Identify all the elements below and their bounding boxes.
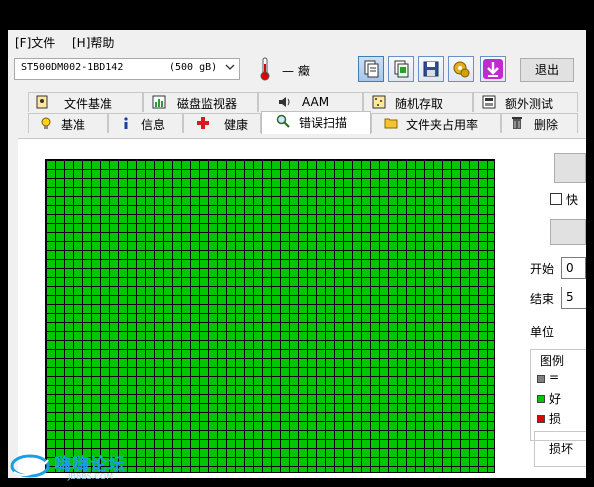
tab-label: 错误扫描	[299, 116, 348, 130]
legend-swatch-unscanned	[537, 375, 545, 383]
drive-name: ST500DM002-1BD142	[21, 62, 124, 73]
temperature-readout: — 癥	[282, 64, 310, 78]
speaker-icon	[277, 95, 291, 109]
info-icon	[119, 116, 133, 130]
damaged-count-box: 损坏	[534, 431, 586, 467]
exit-button[interactable]: 退出	[520, 58, 574, 82]
save-button[interactable]	[418, 56, 444, 82]
start-value: 0	[566, 261, 574, 275]
lightbulb-icon	[39, 116, 53, 130]
damaged-label: 损坏	[549, 442, 574, 456]
tab-label: 信息	[141, 118, 166, 132]
hdtune-window: [F]文件 [H]帮助 ST500DM002-1BD142 (500 gB) —…	[8, 30, 586, 478]
tab-label: 文件夹占用率	[406, 118, 479, 132]
disk-monitor-icon	[152, 95, 166, 109]
tab-label: 基准	[61, 118, 86, 132]
scan-action-button[interactable]	[550, 219, 586, 245]
tab-benchmark[interactable]: 基准	[28, 113, 108, 133]
tab-label: 随机存取	[395, 97, 444, 111]
menu-help[interactable]: [H]帮助	[72, 34, 114, 51]
download-arrow-button[interactable]	[480, 56, 506, 82]
copy-text-button[interactable]	[358, 56, 384, 82]
drive-size: (500 gB)	[169, 62, 218, 73]
tab-erase[interactable]: 删除	[501, 113, 578, 133]
start-input[interactable]: 0	[561, 257, 586, 279]
tab-strip: 文件基准 磁盘监视器 AAM 随机存取 额外测试 基准 信息 健康 错误扫描 文…	[8, 88, 586, 140]
legend-label-unscanned: =	[549, 370, 560, 384]
legend-label-damaged: 损	[549, 412, 562, 426]
watermark-sub: JBBBS.COM	[68, 472, 114, 481]
unit-label: 单位	[530, 325, 555, 339]
menu-bar: [F]文件 [H]帮助	[8, 30, 586, 52]
block-map	[45, 159, 495, 473]
legend-label-good: 好	[549, 392, 562, 406]
watermark-logo-icon	[10, 454, 50, 478]
folder-icon	[384, 116, 398, 130]
toolbar: ST500DM002-1BD142 (500 gB) — 癥 退出	[8, 52, 586, 88]
error-scan-panel: 快 开始 0 结束 5 单位 图例 = 好 损 损坏	[18, 138, 586, 478]
legend-swatch-good	[537, 395, 545, 403]
quick-scan-label: 快	[566, 193, 579, 207]
file-benchmark-icon	[35, 95, 49, 109]
legend-title: 图例	[539, 352, 566, 369]
random-access-icon	[372, 95, 386, 109]
thermometer-icon	[258, 56, 272, 82]
magnifier-icon	[276, 114, 290, 128]
chevron-down-icon	[225, 62, 235, 75]
tab-label: 文件基准	[64, 97, 113, 111]
legend-box: 图例 = 好 损	[530, 349, 586, 441]
extra-tests-icon	[482, 95, 496, 109]
menu-file[interactable]: [F]文件	[15, 34, 55, 51]
drive-select[interactable]: ST500DM002-1BD142 (500 gB)	[14, 58, 240, 80]
tab-label: 删除	[534, 118, 559, 132]
end-value: 5	[566, 290, 574, 304]
tab-file-benchmark[interactable]: 文件基准	[28, 92, 143, 112]
tab-info[interactable]: 信息	[108, 113, 183, 133]
tab-label: 额外测试	[505, 97, 554, 111]
tab-label: AAM	[302, 95, 330, 109]
tab-label: 健康	[224, 118, 249, 132]
tab-aam[interactable]: AAM	[258, 92, 363, 112]
health-cross-icon	[196, 116, 210, 130]
tab-health[interactable]: 健康	[183, 113, 261, 133]
end-input[interactable]: 5	[561, 287, 586, 309]
tab-label: 磁盘监视器	[177, 97, 238, 111]
tab-extra-tests[interactable]: 额外测试	[473, 92, 578, 112]
tab-folder-usage[interactable]: 文件夹占用率	[371, 113, 501, 133]
start-scan-button[interactable]	[554, 153, 586, 183]
copy-screenshot-button[interactable]	[388, 56, 414, 82]
tab-random-access[interactable]: 随机存取	[363, 92, 473, 112]
legend-swatch-damaged	[537, 415, 545, 423]
end-label: 结束	[530, 292, 555, 306]
trash-icon	[510, 116, 524, 130]
tab-error-scan[interactable]: 错误扫描	[261, 111, 371, 134]
start-label: 开始	[530, 262, 555, 276]
tab-disk-monitor[interactable]: 磁盘监视器	[143, 92, 258, 112]
options-button[interactable]	[448, 56, 474, 82]
quick-scan-checkbox[interactable]	[550, 193, 562, 205]
forum-watermark: 嗨嗨论坛 JBBBS.COM	[8, 448, 138, 484]
